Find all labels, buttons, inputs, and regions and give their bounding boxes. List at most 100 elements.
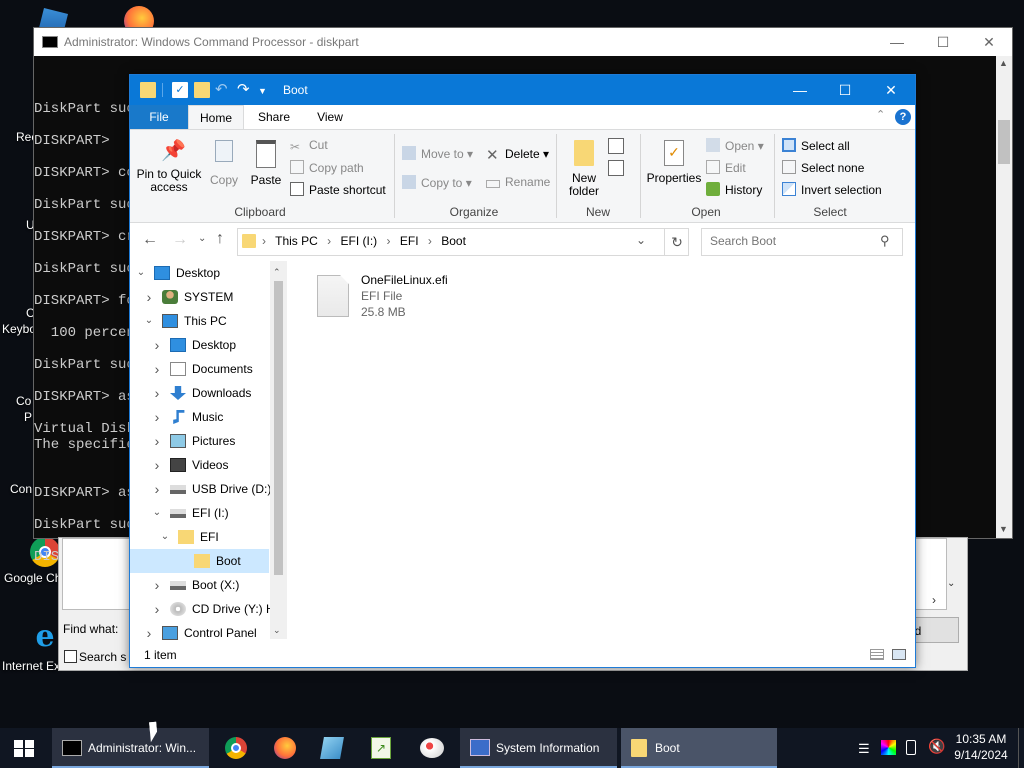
usb-tray-icon[interactable] [906, 740, 916, 755]
recent-locations-icon[interactable]: ⌄ [198, 233, 206, 244]
firefox-taskbar-icon[interactable] [274, 737, 296, 759]
nav-item[interactable]: › Desktop [130, 333, 269, 357]
properties-button[interactable]: ✓ Properties [644, 140, 704, 185]
new-folder-qa-icon[interactable] [194, 82, 210, 98]
nav-scroll-up-icon[interactable]: ⌃ [273, 267, 281, 278]
invert-selection-button[interactable]: Invert selection [782, 182, 882, 197]
language-tray-icon[interactable]: ☰ [858, 741, 870, 757]
find-scroll-down-icon[interactable]: ⌄ [947, 578, 955, 589]
nav-item[interactable]: › CD Drive (Y:) H [130, 597, 275, 621]
explorer-close-button[interactable]: ✕ [868, 75, 914, 105]
nav-item[interactable]: › Boot (X:) [130, 573, 269, 597]
new-item-icon[interactable] [608, 138, 624, 154]
nav-item[interactable]: › Music [130, 405, 269, 429]
cmd-titlebar[interactable]: Administrator: Windows Command Processor… [34, 28, 1012, 56]
file-list[interactable]: OneFileLinux.efi EFI File 25.8 MB [287, 261, 913, 639]
explorer-minimize-button[interactable]: — [777, 75, 823, 105]
ie-desktop-icon[interactable]: e [30, 622, 60, 652]
copy-path-button[interactable]: Copy path [290, 160, 364, 175]
search-box[interactable]: ⚲ [701, 228, 903, 256]
nav-item[interactable]: › Downloads [130, 381, 269, 405]
chevron-right-icon[interactable]: › [152, 453, 162, 477]
chevron-down-icon[interactable]: ⌄ [144, 309, 154, 333]
new-folder-button[interactable]: New folder [562, 140, 606, 198]
properties-check-icon[interactable]: ✓ [172, 82, 188, 98]
chevron-right-icon[interactable]: › [144, 285, 154, 309]
chevron-right-icon[interactable]: › [152, 405, 162, 429]
chevron-right-icon[interactable]: › [152, 381, 162, 405]
address-bar[interactable]: › This PC › EFI (I:) › EFI › Boot ⌄ ↻ [237, 228, 689, 256]
chevron-down-icon[interactable]: ⌄ [160, 525, 170, 549]
nav-item[interactable]: › Documents [130, 357, 269, 381]
help-icon[interactable]: ? [895, 109, 911, 125]
cmd-scroll-up-icon[interactable]: ▲ [999, 58, 1008, 68]
explorer-titlebar[interactable]: ✓ ↶ ↷ ▼ Boot — ☐ ✕ [130, 75, 915, 105]
back-icon[interactable]: ← [142, 231, 158, 249]
refresh-icon[interactable]: ↻ [664, 229, 689, 255]
search-input[interactable] [708, 233, 872, 249]
navigation-pane[interactable]: ⌄ Desktop › SYSTEM ⌄ This PC › Desktop › Document… [130, 261, 287, 641]
nav-scroll-thumb[interactable] [274, 281, 283, 575]
cut-button[interactable]: ✂ Cut [290, 138, 328, 154]
rename-button[interactable]: Rename [486, 175, 550, 189]
nav-item[interactable]: ⌄ EFI (I:) [130, 501, 269, 525]
cmd-scroll-thumb[interactable] [998, 120, 1010, 164]
chevron-right-icon[interactable]: › [152, 429, 162, 453]
select-none-button[interactable]: Select none [782, 160, 864, 175]
chevron-right-icon[interactable]: › [152, 597, 162, 621]
explorer-maximize-button[interactable]: ☐ [822, 75, 868, 105]
volume-muted-icon[interactable]: 🔇 [928, 738, 945, 755]
paint-taskbar-icon[interactable] [420, 738, 444, 758]
search-checkbox[interactable] [64, 650, 77, 663]
chevron-right-icon[interactable]: › [152, 333, 162, 357]
start-button[interactable] [0, 728, 48, 768]
chevron-right-icon[interactable]: › [152, 573, 162, 597]
clock-date[interactable]: 9/14/2024 [950, 748, 1012, 762]
taskbar-cmd-button[interactable]: Administrator: Win... [52, 728, 209, 768]
chrome-taskbar-icon[interactable] [225, 737, 247, 759]
tab-file[interactable]: File [130, 105, 188, 129]
tab-view[interactable]: View [302, 105, 358, 129]
cmd-maximize-button[interactable]: ☐ [920, 28, 966, 56]
tab-share[interactable]: Share [246, 105, 302, 129]
nav-item[interactable]: › USB Drive (D:) [130, 477, 272, 501]
chevron-down-icon[interactable]: ⌄ [152, 501, 162, 525]
undo-icon[interactable]: ↶ [215, 82, 231, 98]
taskbar-boot-button[interactable]: Boot [621, 728, 777, 768]
tab-home[interactable]: Home [188, 105, 244, 129]
find-scroll-right-icon[interactable]: › [932, 593, 936, 607]
nav-scrollbar[interactable]: ⌃ ⌄ [270, 261, 287, 639]
nav-item[interactable]: › SYSTEM [130, 285, 269, 309]
explorer-window[interactable]: ✓ ↶ ↷ ▼ Boot — ☐ ✕ File Home Share View … [129, 74, 916, 668]
qa-customize-icon[interactable]: ▼ [258, 82, 274, 98]
breadcrumb-efi[interactable]: EFI [400, 234, 419, 248]
nav-item[interactable]: › Pictures [130, 429, 269, 453]
up-icon[interactable]: ↑ [216, 230, 224, 248]
delete-button[interactable]: ✕ Delete ▾ [486, 146, 549, 164]
chevron-right-icon[interactable]: › [144, 621, 154, 645]
search-icon[interactable]: ⚲ [880, 233, 890, 249]
large-icons-view-icon[interactable] [892, 649, 906, 660]
nav-item[interactable]: ⌄ Desktop [130, 261, 269, 285]
easy-access-icon[interactable] [608, 160, 624, 176]
taskbar-system-information-button[interactable]: System Information [460, 728, 617, 768]
color-tray-icon[interactable] [881, 740, 896, 755]
cmd-scroll-down-icon[interactable]: ▼ [999, 524, 1008, 534]
history-button[interactable]: History [706, 182, 762, 197]
address-dropdown-icon[interactable]: ⌄ [636, 233, 646, 247]
cmd-scrollbar[interactable]: ▲ ▼ [996, 56, 1012, 538]
breadcrumb-efi-drive[interactable]: EFI (I:) [341, 234, 378, 248]
select-all-button[interactable]: Select all [782, 138, 850, 153]
breadcrumb-this-pc[interactable]: This PC [275, 234, 318, 248]
edit-button[interactable]: Edit [706, 160, 746, 175]
copy-to-button[interactable]: Copy to ▾ [402, 175, 472, 190]
notepad-taskbar-icon[interactable] [320, 737, 344, 759]
file-item[interactable]: OneFileLinux.efi EFI File 25.8 MB [311, 271, 551, 327]
collapse-ribbon-icon[interactable]: ⌃ [876, 108, 885, 121]
nav-item[interactable]: ⌄ EFI [130, 525, 269, 549]
nav-item[interactable]: › Control Panel [130, 621, 269, 645]
nav-item[interactable]: ⌄ This PC [130, 309, 269, 333]
pin-to-quick-access-button[interactable]: 📌 Pin to Quick access [136, 140, 202, 194]
nav-item[interactable]: Boot [130, 549, 269, 573]
paste-button[interactable]: Paste [246, 140, 286, 187]
